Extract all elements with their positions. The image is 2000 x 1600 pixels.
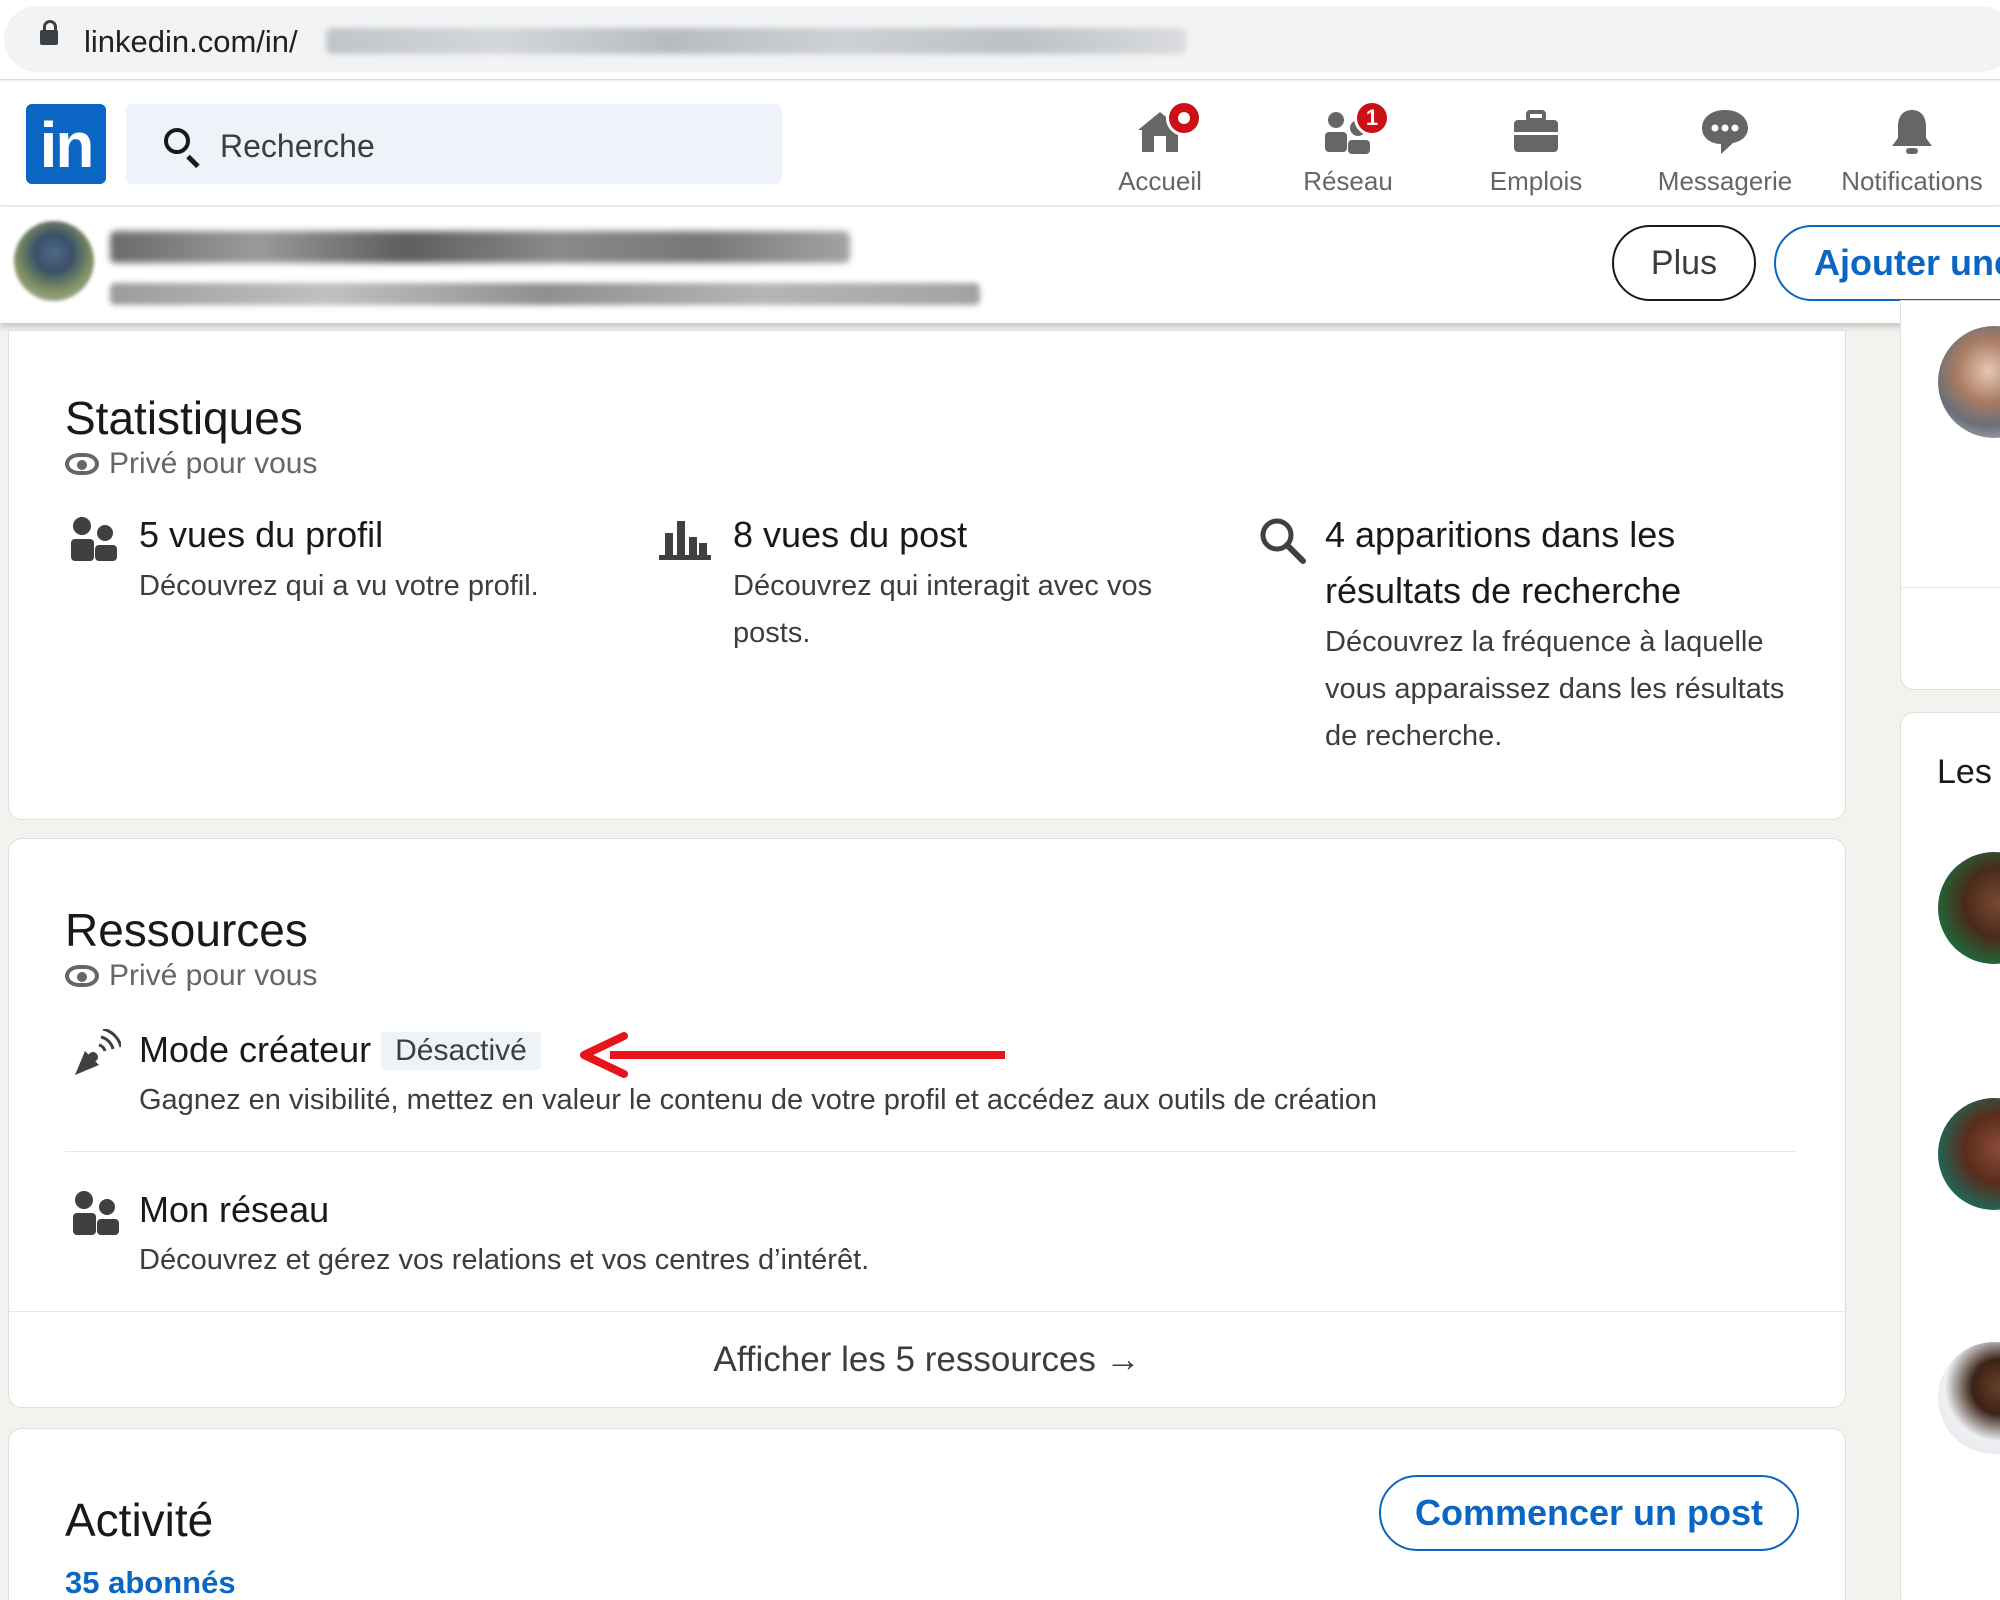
eye-icon	[65, 965, 99, 987]
network-count-badge: 1	[1354, 100, 1390, 136]
resources-title: Ressources	[65, 904, 308, 956]
nav-label-notifications: Notifications	[1841, 166, 1983, 196]
nav-item-notifications[interactable]: Notifications	[1832, 94, 1992, 204]
nav-item-home[interactable]: Accueil	[1100, 94, 1220, 204]
activity-card: Activité 35 abonnés Commencer un post	[8, 1428, 1846, 1600]
stat-desc: Découvrez la fréquence à laquelle vous a…	[1325, 626, 1785, 752]
private-text: Privé pour vous	[109, 447, 318, 480]
bar-chart-icon	[659, 521, 711, 560]
start-post-button[interactable]: Commencer un post	[1379, 1475, 1799, 1551]
statistics-title: Statistiques	[65, 392, 303, 444]
bell-icon	[1892, 110, 1932, 154]
resources-card: Ressources Privé pour vous Mode créateur…	[8, 838, 1846, 1408]
briefcase-icon	[1514, 110, 1558, 152]
stat-desc: Découvrez qui a vu votre profil.	[139, 570, 539, 602]
people-icon	[73, 1191, 119, 1235]
creator-mode-title: Mode créateur	[139, 1029, 372, 1070]
more-button[interactable]: Plus	[1612, 225, 1756, 301]
browser-address-bar: linkedin.com/in/	[0, 0, 2000, 80]
creator-mode-desc: Gagnez en visibilité, mettez en valeur l…	[139, 1084, 1378, 1116]
nav-label-network: Réseau	[1303, 166, 1393, 196]
sidebar-section-title: Les	[1937, 753, 1992, 791]
url-text[interactable]: linkedin.com/in/	[84, 24, 298, 60]
profile-avatar[interactable]	[14, 221, 94, 301]
stat-title: 8 vues du post	[733, 514, 968, 555]
nav-label-jobs: Emplois	[1489, 166, 1583, 196]
nav-label-messaging: Messagerie	[1657, 166, 1793, 196]
statistics-card: Statistiques Privé pour vous 5 vues du p…	[8, 330, 1846, 820]
annotation-arrow-icon	[580, 1032, 1005, 1078]
eye-icon	[65, 453, 99, 475]
search-icon	[1260, 518, 1306, 564]
broadcast-icon	[75, 1029, 121, 1075]
divider	[1901, 587, 2000, 588]
lock-icon[interactable]	[40, 20, 58, 45]
nav-item-messaging[interactable]: Messagerie	[1650, 94, 1800, 204]
profile-headline-redacted	[110, 283, 980, 305]
nav-label-home: Accueil	[1118, 166, 1202, 196]
search-icon	[164, 128, 190, 154]
stat-profile-views[interactable]: 5 vues du profil Découvrez qui a vu votr…	[139, 507, 619, 610]
creator-mode-status-badge: Désactivé	[381, 1032, 541, 1070]
search-placeholder: Recherche	[220, 128, 375, 164]
stat-post-views[interactable]: 8 vues du post Découvrez qui interagit a…	[733, 507, 1193, 657]
profile-name-redacted	[110, 231, 850, 263]
stat-title: 4 apparitions dans les résultats de rech…	[1325, 514, 1682, 611]
my-network-desc: Découvrez et gérez vos relations et vos …	[139, 1244, 870, 1276]
nav-item-jobs[interactable]: Emplois	[1476, 94, 1596, 204]
resources-private-label: Privé pour vous	[65, 959, 317, 993]
show-all-resources-button[interactable]: Afficher les 5 ressources →	[9, 1311, 1845, 1407]
nav-item-network[interactable]: 1 Réseau	[1288, 94, 1408, 204]
top-navigation: in Recherche Accueil 1 Réseau Emplois Me…	[0, 82, 2000, 206]
private-text: Privé pour vous	[109, 959, 318, 992]
divider	[65, 1151, 1795, 1152]
messaging-icon	[1702, 110, 1748, 154]
profile-sticky-header: Plus Ajouter une	[0, 207, 2000, 323]
stat-desc: Découvrez qui interagit avec vos posts.	[733, 570, 1153, 649]
my-network-title: Mon réseau	[139, 1189, 330, 1230]
activity-title: Activité	[65, 1494, 214, 1546]
followers-link[interactable]: 35 abonnés	[65, 1565, 236, 1600]
stat-title: 5 vues du profil	[139, 514, 384, 555]
add-section-button[interactable]: Ajouter une	[1774, 225, 2000, 301]
linkedin-logo[interactable]: in	[26, 104, 106, 184]
notification-dot-badge	[1166, 100, 1202, 136]
stat-search-appearances[interactable]: 4 apparitions dans les résultats de rech…	[1325, 507, 1795, 760]
resource-my-network[interactable]: Mon réseau Découvrez et gérez vos relati…	[139, 1189, 1799, 1284]
search-input[interactable]: Recherche	[126, 104, 782, 184]
statistics-private-label: Privé pour vous	[65, 447, 317, 481]
url-field[interactable]: linkedin.com/in/	[4, 6, 2000, 72]
people-icon	[71, 517, 117, 561]
url-redacted	[326, 28, 1186, 54]
